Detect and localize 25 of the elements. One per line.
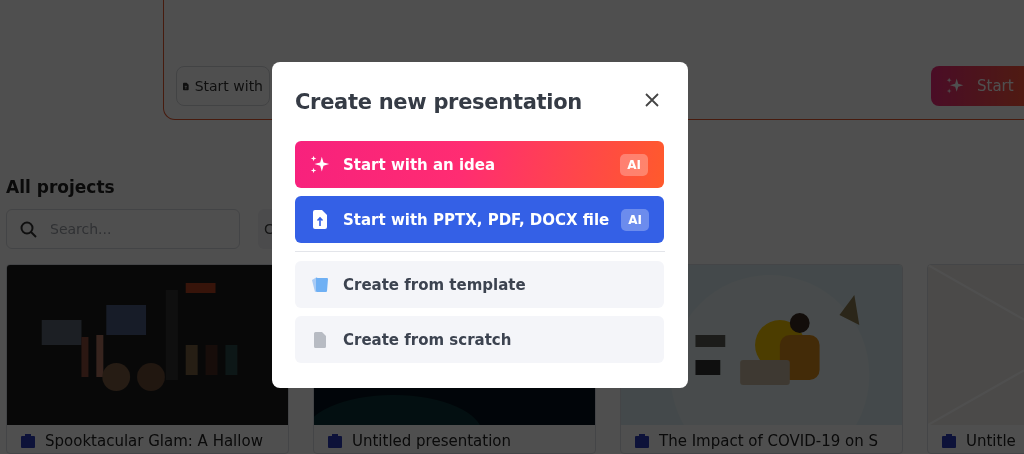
search-icon	[20, 221, 37, 238]
ai-badge: AI	[621, 208, 650, 231]
project-title: Spooktacular Glam: A Hallow	[45, 432, 263, 450]
ai-badge: AI	[620, 153, 648, 176]
option-button[interactable]: Start with PPTX, PDF, DOCX file AI	[295, 196, 664, 243]
presentation-icon	[21, 434, 35, 448]
close-icon	[645, 93, 659, 107]
project-title: The Impact of COVID-19 on S	[659, 432, 879, 450]
section-title: All projects	[6, 177, 116, 197]
upload-button[interactable]: Start with	[176, 66, 270, 106]
project-card[interactable]: Spooktacular Glam: A Hallow	[6, 264, 289, 454]
presentation-icon	[328, 434, 342, 448]
presentation-icon	[635, 434, 649, 448]
option-button[interactable]: Create from scratch	[295, 316, 664, 363]
document-icon	[314, 331, 326, 348]
option-button[interactable]: Start with an idea AI	[295, 141, 664, 188]
sparkle-icon	[309, 153, 331, 176]
project-card[interactable]: Untitle	[927, 264, 1024, 454]
option-button[interactable]: Create from template	[295, 261, 664, 308]
file-upload-icon	[313, 210, 327, 229]
project-title: Untitled presentation	[352, 432, 512, 450]
dialog-title: Create new presentation	[295, 90, 582, 114]
project-title: Untitle	[966, 432, 1016, 450]
presentation-icon	[942, 434, 956, 448]
cards-icon	[311, 276, 329, 293]
